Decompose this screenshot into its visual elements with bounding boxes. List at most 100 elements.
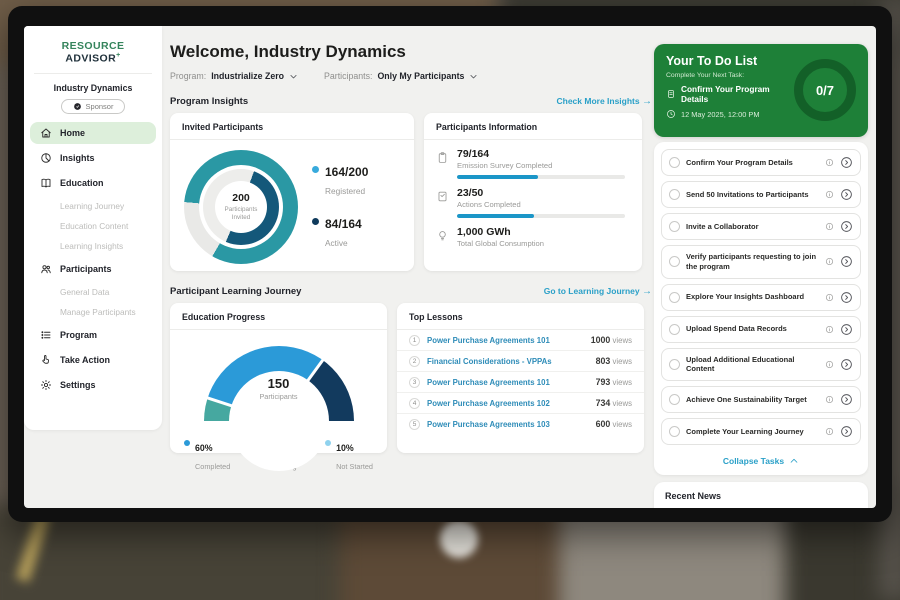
info-icon[interactable] [825, 257, 834, 266]
lesson-rank: 3 [409, 377, 420, 388]
task-label: Verify participants requesting to join t… [686, 252, 819, 272]
info-icon[interactable] [825, 222, 834, 231]
sidebar-item-learning-journey[interactable]: Learning Journey [30, 197, 156, 215]
task-row[interactable]: Explore Your Insights Dashboard [661, 284, 861, 311]
task-row[interactable]: Verify participants requesting to join t… [661, 245, 861, 279]
monitor-bezel: RESOURCE ADVISOR+ Industry Dynamics Spon… [8, 6, 892, 522]
progress-track [457, 214, 625, 218]
top-lessons-card: Top Lessons 1 Power Purchase Agreements … [397, 303, 644, 453]
task-row[interactable]: Upload Additional Educational Content [661, 348, 861, 382]
task-checkbox[interactable] [669, 394, 680, 405]
task-checkbox[interactable] [669, 256, 680, 267]
chevron-right-circle-icon[interactable] [840, 291, 853, 304]
sidebar-item-program[interactable]: Program [30, 324, 156, 346]
task-row[interactable]: Invite a Collaborator [661, 213, 861, 240]
task-checkbox[interactable] [669, 189, 680, 200]
task-checkbox[interactable] [669, 221, 680, 232]
lesson-link[interactable]: Financial Considerations - VPPAs [427, 357, 589, 366]
sidebar-item-manage-participants[interactable]: Manage Participants [30, 303, 156, 321]
task-checkbox[interactable] [669, 292, 680, 303]
task-row[interactable]: Complete Your Learning Journey [661, 418, 861, 445]
chevron-right-circle-icon[interactable] [840, 323, 853, 336]
metric-value: 79/164 [457, 148, 625, 160]
clock-icon [666, 109, 676, 119]
lesson-link[interactable]: Power Purchase Agreements 101 [427, 336, 584, 345]
info-icon[interactable] [825, 293, 834, 302]
invited-count: 200 [232, 192, 250, 204]
task-row[interactable]: Upload Spend Data Records [661, 316, 861, 343]
task-checkbox[interactable] [669, 324, 680, 335]
sponsor-badge[interactable]: Sponsor [61, 99, 125, 114]
chevron-right-circle-icon[interactable] [840, 156, 853, 169]
book-icon [40, 177, 52, 189]
metric-label: Emission Survey Completed [457, 161, 625, 170]
metric-emission-survey: 79/164 Emission Survey Completed [424, 140, 642, 179]
card-title: Invited Participants [170, 113, 414, 140]
sidebar-item-insights[interactable]: Insights [30, 147, 156, 169]
task-label: Invite a Collaborator [686, 222, 819, 232]
people-icon [40, 263, 52, 275]
invited-donut-chart: 200 Participants Invited [184, 150, 298, 264]
donut-center: 200 Participants Invited [215, 181, 267, 233]
info-icon[interactable] [825, 427, 834, 436]
sidebar-item-take-action[interactable]: Take Action [30, 349, 156, 371]
participants-label: Participants: [324, 71, 372, 81]
chevron-right-circle-icon[interactable] [840, 358, 853, 371]
sidebar-item-learning-insights[interactable]: Learning Insights [30, 237, 156, 255]
datetime-label: 12 May 2025, 12:00 PM [681, 110, 759, 119]
info-icon[interactable] [825, 325, 834, 334]
task-checkbox[interactable] [669, 359, 680, 370]
sidebar-item-education-content[interactable]: Education Content [30, 217, 156, 235]
task-row[interactable]: Achieve One Sustainability Target [661, 386, 861, 413]
lesson-rank: 5 [409, 419, 420, 430]
lesson-row: 2 Financial Considerations - VPPAs 803 v… [397, 351, 644, 372]
sidebar-item-settings[interactable]: Settings [30, 374, 156, 396]
chevron-right-circle-icon[interactable] [840, 188, 853, 201]
lesson-row: 1 Power Purchase Agreements 101 1000 vie… [397, 330, 644, 351]
todo-counter: 0/7 [816, 83, 834, 98]
chevron-right-circle-icon[interactable] [840, 255, 853, 268]
next-task[interactable]: Confirm Your Program Details [666, 84, 796, 104]
task-checkbox[interactable] [669, 157, 680, 168]
sidebar-item-education[interactable]: Education [30, 172, 156, 194]
participants-dropdown[interactable]: Participants: Only My Participants [324, 71, 478, 81]
lesson-link[interactable]: Power Purchase Agreements 103 [427, 420, 589, 429]
learning-cards-row: Education Progress 150 Participants [170, 303, 652, 453]
lesson-link[interactable]: Power Purchase Agreements 101 [427, 378, 589, 387]
info-icon[interactable] [825, 158, 834, 167]
sidebar-item-label: Home [60, 128, 85, 138]
home-icon [40, 127, 52, 139]
invited-count-label: Participants Invited [219, 206, 263, 222]
org-name: Industry Dynamics [24, 83, 162, 93]
go-to-learning-journey-link[interactable]: Go to Learning Journey → [544, 286, 652, 297]
info-icon[interactable] [825, 360, 834, 369]
document-check-icon [436, 190, 449, 203]
lesson-link[interactable]: Power Purchase Agreements 102 [427, 399, 589, 408]
task-row[interactable]: Send 50 Invitations to Participants [661, 181, 861, 208]
lesson-rank: 1 [409, 335, 420, 346]
recent-news-card: Recent News [654, 482, 868, 508]
gauge-center: 150 Participants [204, 376, 354, 401]
progress-fill [457, 214, 534, 218]
task-row[interactable]: Confirm Your Program Details [661, 149, 861, 176]
todo-progress-ring: 0/7 [794, 59, 856, 121]
list-icon [40, 329, 52, 341]
sidebar-item-home[interactable]: Home [30, 122, 156, 144]
chevron-right-circle-icon[interactable] [840, 220, 853, 233]
info-icon[interactable] [825, 190, 834, 199]
card-title: Education Progress [170, 303, 387, 330]
sidebar-item-general-data[interactable]: General Data [30, 283, 156, 301]
program-dropdown[interactable]: Program: Industrialize Zero [170, 71, 298, 81]
info-icon[interactable] [825, 395, 834, 404]
task-checkbox[interactable] [669, 426, 680, 437]
sidebar-item-participants[interactable]: Participants [30, 258, 156, 280]
lesson-views: 1000 views [591, 335, 632, 345]
collapse-tasks-link[interactable]: Collapse Tasks [661, 450, 861, 471]
check-more-insights-link[interactable]: Check More Insights → [556, 96, 652, 107]
pie-chart-icon [40, 152, 52, 164]
chevron-right-circle-icon[interactable] [840, 425, 853, 438]
participants-information-card: Participants Information 79/164 Emission… [424, 113, 642, 271]
chevron-right-circle-icon[interactable] [840, 393, 853, 406]
arrow-right-icon: → [642, 286, 652, 297]
card-title: Participants Information [424, 113, 642, 140]
